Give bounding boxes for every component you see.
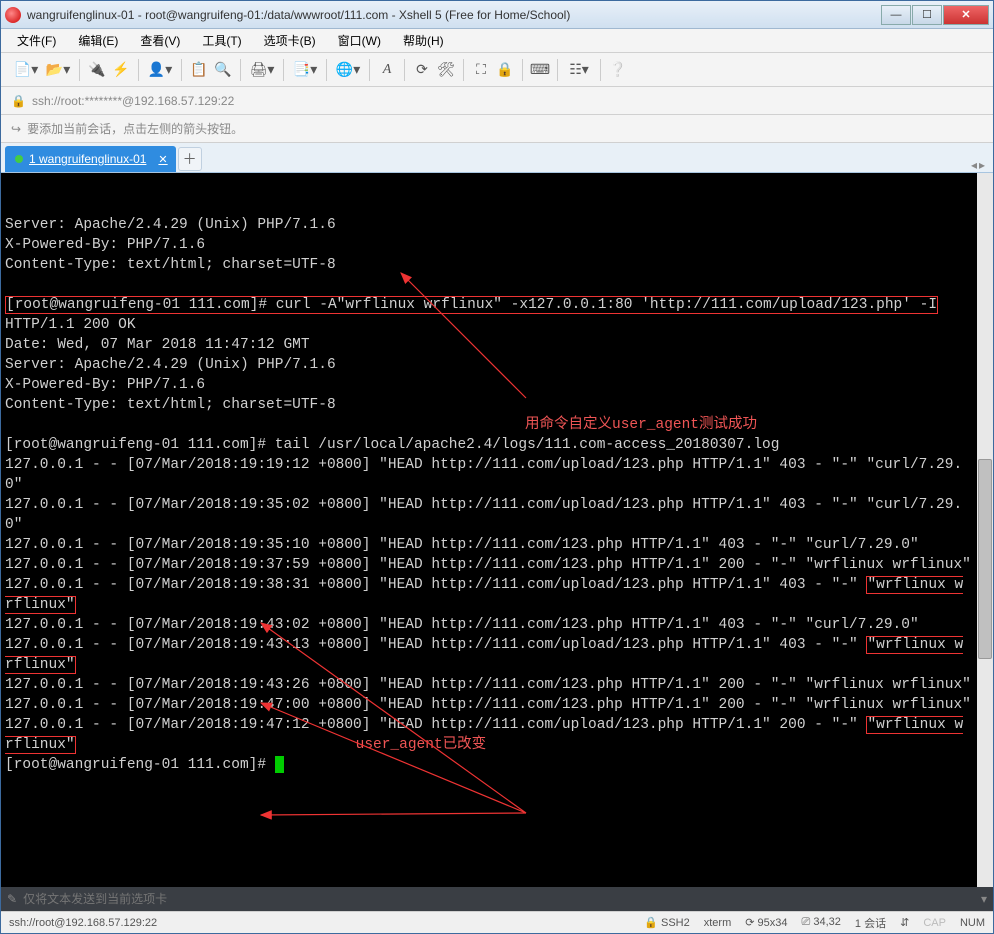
help-icon[interactable]: ❔ <box>607 59 629 81</box>
status-term: xterm <box>704 917 732 929</box>
window-buttons: — ☐ ✕ <box>880 5 989 25</box>
terminal-content: Server: Apache/2.4.29 (Unix) PHP/7.1.6 X… <box>5 215 989 775</box>
open-folder-icon[interactable]: 📂▾ <box>43 59 73 81</box>
term-line: 127.0.0.1 - - [07/Mar/2018:19:19:12 +080… <box>5 457 962 493</box>
status-position: ⎚ 34,32 <box>802 916 841 929</box>
status-size: ⟳ 95x34 <box>745 916 787 929</box>
term-line: 127.0.0.1 - - [07/Mar/2018:19:37:59 +080… <box>5 557 971 573</box>
maximize-button[interactable]: ☐ <box>912 5 942 25</box>
term-line: 127.0.0.1 - - [07/Mar/2018:19:47:00 +080… <box>5 697 971 713</box>
fullscreen-icon[interactable]: ⛶ <box>470 59 492 81</box>
menu-tabs[interactable]: 选项卡(B) <box>258 30 322 51</box>
menu-file[interactable]: 文件(F) <box>11 30 62 51</box>
tab-session-1[interactable]: 1 wangruifenglinux-01 ✕ <box>5 146 176 172</box>
term-line: Server: Apache/2.4.29 (Unix) PHP/7.1.6 <box>5 357 336 373</box>
annotation-1: 用命令自定义user_agent测试成功 <box>525 417 757 433</box>
keyboard-icon[interactable]: ⌨ <box>529 59 551 81</box>
highlighted-command: [root@wangruifeng-01 111.com]# curl -A"w… <box>5 296 938 314</box>
status-sessions: 1 会话 <box>855 915 886 931</box>
term-line: 127.0.0.1 - - [07/Mar/2018:19:47:12 +080… <box>5 717 866 733</box>
status-dot-icon <box>15 155 23 163</box>
term-line: 127.0.0.1 - - [07/Mar/2018:19:43:02 +080… <box>5 617 919 633</box>
hint-bar: ↪ 要添加当前会话，点击左侧的箭头按钮。 <box>1 115 993 143</box>
toolbar: 📄▾ 📂▾ 🔌 ⚡ 👤▾ 📋 🔍 🖨▾ 📑▾ 🌐▾ A ⟳ 🛠 ⛶ 🔒 ⌨ ☷▾… <box>1 53 993 87</box>
https-lock-icon: 🔒 <box>11 94 26 108</box>
status-bar: ssh://root@192.168.57.129:22 🔒 SSH2 xter… <box>1 911 993 933</box>
send-options-icon[interactable]: ▾ <box>981 892 987 906</box>
term-line: 127.0.0.1 - - [07/Mar/2018:19:35:02 +080… <box>5 497 962 533</box>
lock-icon[interactable]: 🔒 <box>494 59 516 81</box>
menu-window[interactable]: 窗口(W) <box>332 30 387 51</box>
reconnect-icon[interactable]: 🔌 <box>86 59 108 81</box>
status-connection: ssh://root@192.168.57.129:22 <box>9 917 157 929</box>
tab-add-button[interactable]: ＋ <box>178 147 202 171</box>
menu-help[interactable]: 帮助(H) <box>397 30 450 51</box>
profile-icon[interactable]: 👤▾ <box>145 59 175 81</box>
address-input[interactable] <box>32 94 983 108</box>
annotation-2: user_agent已改变 <box>356 737 487 753</box>
term-line: HTTP/1.1 200 OK <box>5 317 136 333</box>
minimize-button[interactable]: — <box>881 5 911 25</box>
scrollbar-thumb[interactable] <box>978 459 992 659</box>
term-line: Content-Type: text/html; charset=UTF-8 <box>5 397 336 413</box>
arrow-icon[interactable]: ↪ <box>11 122 21 136</box>
disconnect-icon[interactable]: ⚡ <box>110 59 132 81</box>
term-line: 127.0.0.1 - - [07/Mar/2018:19:38:31 +080… <box>5 577 866 593</box>
term-line: 127.0.0.1 - - [07/Mar/2018:19:43:26 +080… <box>5 677 971 693</box>
refresh-icon[interactable]: ⟳ <box>411 59 433 81</box>
status-num: NUM <box>960 917 985 929</box>
menu-view[interactable]: 查看(V) <box>134 30 186 51</box>
cursor <box>275 756 284 773</box>
font-icon[interactable]: A <box>376 59 398 81</box>
tools-icon[interactable]: 🛠 <box>435 59 457 81</box>
tab-bar: 1 wangruifenglinux-01 ✕ ＋ ◂ ▸ <box>1 143 993 173</box>
app-window: wangruifenglinux-01 - root@wangruifeng-0… <box>0 0 994 934</box>
hint-text: 要添加当前会话，点击左侧的箭头按钮。 <box>27 120 243 137</box>
status-ssh: 🔒 SSH2 <box>644 916 690 929</box>
term-line: 127.0.0.1 - - [07/Mar/2018:19:35:10 +080… <box>5 537 919 553</box>
titlebar[interactable]: wangruifenglinux-01 - root@wangruifeng-0… <box>1 1 993 29</box>
terminal-scrollbar[interactable] <box>977 173 993 887</box>
term-line: Content-Type: text/html; charset=UTF-8 <box>5 257 336 273</box>
globe-icon[interactable]: 🌐▾ <box>333 59 363 81</box>
term-line: Server: Apache/2.4.29 (Unix) PHP/7.1.6 <box>5 217 336 233</box>
new-session-icon[interactable]: 📄▾ <box>11 59 41 81</box>
properties-icon[interactable]: 📑▾ <box>290 59 320 81</box>
window-title: wangruifenglinux-01 - root@wangruifeng-0… <box>27 8 880 22</box>
close-button[interactable]: ✕ <box>943 5 989 25</box>
menu-tools[interactable]: 工具(T) <box>196 30 247 51</box>
tab-nav: ◂ ▸ <box>971 158 989 172</box>
tab-prev-icon[interactable]: ◂ <box>971 158 977 172</box>
send-input[interactable] <box>23 892 975 906</box>
term-line: X-Powered-By: PHP/7.1.6 <box>5 237 205 253</box>
tab-close-icon[interactable]: ✕ <box>158 153 167 166</box>
tab-next-icon[interactable]: ▸ <box>979 158 985 172</box>
status-updown-icon: ⇵ <box>900 916 909 929</box>
terminal[interactable]: Server: Apache/2.4.29 (Unix) PHP/7.1.6 X… <box>1 173 993 887</box>
send-icon[interactable]: ✎ <box>7 892 17 906</box>
term-prompt: [root@wangruifeng-01 111.com]# <box>5 757 275 773</box>
find-icon[interactable]: 🔍 <box>212 59 234 81</box>
app-icon <box>5 7 21 23</box>
layout-icon[interactable]: ☷▾ <box>564 59 594 81</box>
status-cap: CAP <box>923 917 946 929</box>
term-line: X-Powered-By: PHP/7.1.6 <box>5 377 205 393</box>
term-line: 127.0.0.1 - - [07/Mar/2018:19:43:13 +080… <box>5 637 866 653</box>
send-bar: ✎ ▾ <box>1 887 993 911</box>
print-icon[interactable]: 🖨▾ <box>247 59 277 81</box>
address-bar: 🔒 <box>1 87 993 115</box>
menubar: 文件(F) 编辑(E) 查看(V) 工具(T) 选项卡(B) 窗口(W) 帮助(… <box>1 29 993 53</box>
term-line: [root@wangruifeng-01 111.com]# tail /usr… <box>5 437 779 453</box>
term-line: Date: Wed, 07 Mar 2018 11:47:12 GMT <box>5 337 310 353</box>
menu-edit[interactable]: 编辑(E) <box>72 30 124 51</box>
tab-label: 1 wangruifenglinux-01 <box>29 152 146 166</box>
copy-icon[interactable]: 📋 <box>188 59 210 81</box>
